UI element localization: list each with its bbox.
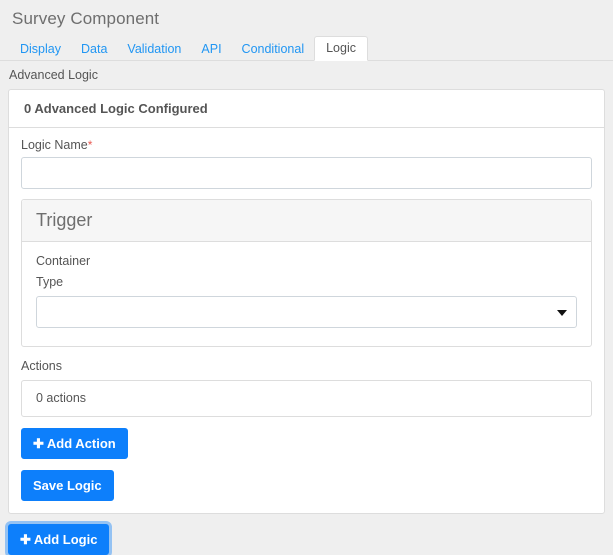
save-logic-button[interactable]: Save Logic <box>21 470 114 501</box>
trigger-type-label: Type <box>36 275 577 290</box>
advanced-logic-panel-heading: 0 Advanced Logic Configured <box>9 90 604 128</box>
actions-empty-text: 0 actions <box>36 391 86 405</box>
required-asterisk: * <box>88 138 93 152</box>
trigger-panel: Trigger Container Type <box>21 199 592 347</box>
tab-logic[interactable]: Logic <box>314 36 368 61</box>
add-logic-button[interactable]: ✚Add Logic <box>8 524 109 555</box>
tab-data[interactable]: Data <box>71 37 117 61</box>
advanced-logic-panel-body: Logic Name* Trigger Container Type <box>9 128 604 513</box>
app-root: Survey Component Display Data Validation… <box>0 0 613 555</box>
tab-validation[interactable]: Validation <box>117 37 191 61</box>
tab-display[interactable]: Display <box>10 37 71 61</box>
add-logic-label: Add Logic <box>34 532 98 547</box>
page-title: Survey Component <box>0 0 613 29</box>
trigger-type-select-wrap <box>36 296 577 328</box>
logic-name-label: Logic Name* <box>21 138 592 153</box>
actions-list: 0 actions <box>21 380 592 417</box>
trigger-type-select[interactable] <box>36 296 577 328</box>
add-action-button[interactable]: ✚Add Action <box>21 428 128 459</box>
logic-name-input[interactable] <box>21 157 592 189</box>
add-action-label: Add Action <box>47 436 116 451</box>
logic-name-label-text: Logic Name <box>21 138 88 152</box>
actions-label: Actions <box>21 359 592 374</box>
add-action-row: ✚Add Action <box>21 428 592 459</box>
add-logic-row: ✚Add Logic <box>0 514 613 555</box>
save-logic-row: Save Logic <box>21 470 592 501</box>
trigger-title: Trigger <box>36 209 577 231</box>
logic-name-group: Logic Name* <box>21 138 592 189</box>
plus-icon: ✚ <box>20 532 31 547</box>
trigger-panel-heading: Trigger <box>22 200 591 242</box>
plus-icon: ✚ <box>33 436 44 451</box>
tab-bar: Display Data Validation API Conditional … <box>0 37 613 61</box>
container-label: Container <box>36 254 577 269</box>
tab-conditional[interactable]: Conditional <box>232 37 315 61</box>
advanced-logic-panel: 0 Advanced Logic Configured Logic Name* … <box>8 89 605 514</box>
tab-api[interactable]: API <box>191 37 231 61</box>
trigger-panel-body: Container Type <box>22 242 591 346</box>
advanced-logic-label: Advanced Logic <box>0 61 613 83</box>
